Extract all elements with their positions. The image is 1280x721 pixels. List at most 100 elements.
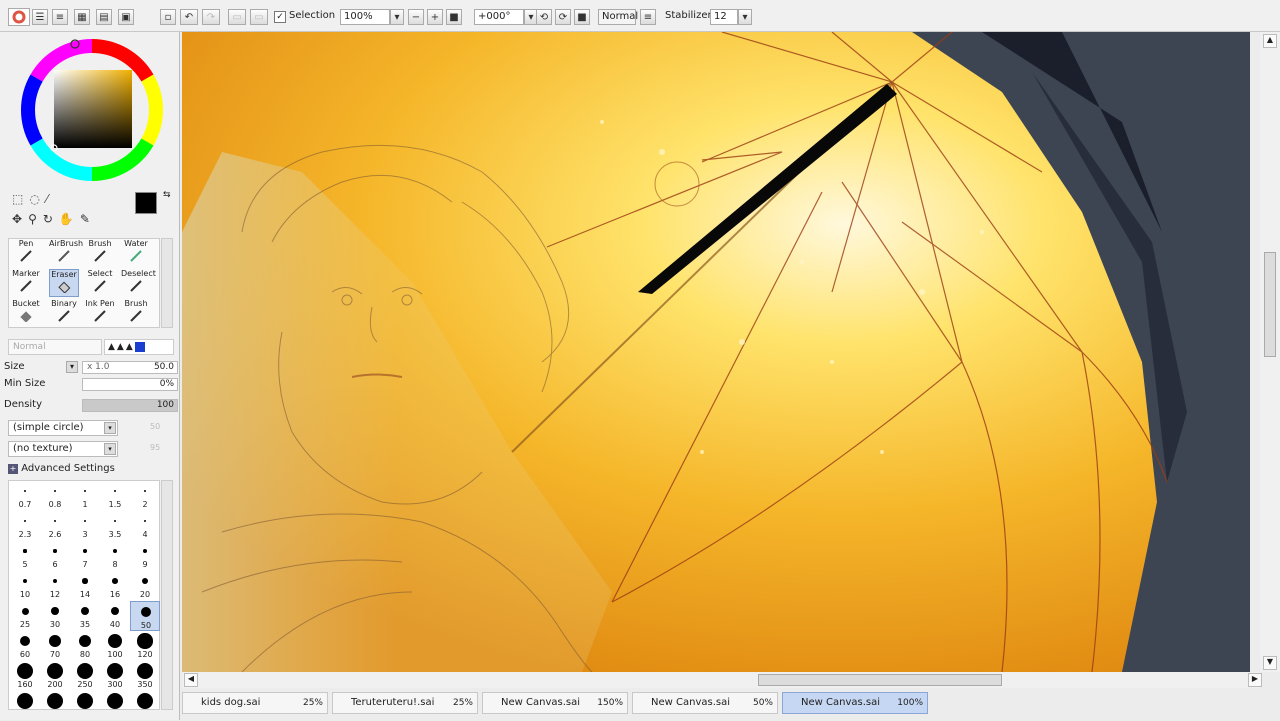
tool-pen[interactable]: Pen xyxy=(11,239,41,267)
size-multiplier-dropdown[interactable]: ▾ xyxy=(66,361,78,373)
magic-wand-icon[interactable]: ⁄ xyxy=(46,192,54,206)
swatches-view-button[interactable]: ▦ xyxy=(74,9,90,25)
brush-size-preset[interactable]: 30 xyxy=(40,601,70,631)
tab-document-1[interactable]: kids dog.sai 25% xyxy=(182,692,328,714)
tool-brush[interactable]: Brush xyxy=(85,239,115,267)
tool-ink-pen[interactable]: Ink Pen xyxy=(85,299,115,327)
brush-size-preset[interactable]: 7 xyxy=(70,541,100,571)
brush-size-preset[interactable]: 25 xyxy=(10,601,40,631)
hand-icon[interactable]: ✋ xyxy=(59,212,80,226)
brush-size-preset[interactable]: 80 xyxy=(70,631,100,661)
brush-size-preset[interactable]: 1 xyxy=(70,481,100,511)
hsv-slider-view-button[interactable]: ≡ xyxy=(52,9,68,25)
brush-size-preset[interactable] xyxy=(10,691,40,721)
tab-document-4[interactable]: New Canvas.sai 50% xyxy=(632,692,778,714)
brush-size-preset[interactable]: 50 xyxy=(130,601,160,631)
brush-size-preset[interactable]: 12 xyxy=(40,571,70,601)
rotation-reset-button[interactable]: ■ xyxy=(574,9,590,25)
tool-marker[interactable]: Marker xyxy=(11,269,41,297)
zoom-out-button[interactable]: − xyxy=(408,9,424,25)
brush-size-preset[interactable] xyxy=(70,691,100,721)
tab-document-2[interactable]: Teruteruteru!.sai 25% xyxy=(332,692,478,714)
density-slider[interactable]: 100 xyxy=(82,399,178,412)
horizontal-scroll-thumb[interactable] xyxy=(758,674,1002,686)
tool-deselect[interactable]: Deselect xyxy=(121,269,156,297)
selection-checkbox[interactable]: ✓ xyxy=(274,11,286,23)
drawing-canvas[interactable] xyxy=(182,32,1250,672)
tab-document-5[interactable]: New Canvas.sai 100% xyxy=(782,692,928,714)
size-slider[interactable]: x 1.0 50.0 xyxy=(82,361,178,374)
tool-select[interactable]: Select xyxy=(85,269,115,297)
brush-size-preset[interactable]: 1.5 xyxy=(100,481,130,511)
brush-texture-dropdown[interactable]: (no texture) ▾ xyxy=(8,441,118,457)
brush-size-preset[interactable]: 160 xyxy=(10,661,40,691)
zoom-reset-button[interactable]: ■ xyxy=(446,9,462,25)
zoom-in-button[interactable]: + xyxy=(427,9,443,25)
min-size-slider[interactable]: 0% xyxy=(82,378,178,391)
brush-size-preset[interactable] xyxy=(100,691,130,721)
brush-size-preset[interactable]: 3 xyxy=(70,511,100,541)
zoom-icon[interactable]: ⚲ xyxy=(28,212,43,226)
brush-size-preset[interactable]: 2.3 xyxy=(10,511,40,541)
brush-size-preset[interactable]: 3.5 xyxy=(100,511,130,541)
brush-size-preset[interactable]: 14 xyxy=(70,571,100,601)
horizontal-scrollbar[interactable]: ◀ ▶ xyxy=(182,672,1262,688)
invert-selection-button[interactable]: ▭ xyxy=(250,9,268,25)
tool-eraser[interactable]: Eraser xyxy=(49,269,79,297)
stabilizer-dropdown-button[interactable]: ▾ xyxy=(738,9,752,25)
tool-airbrush[interactable]: AirBrush xyxy=(49,239,83,267)
brush-size-preset[interactable]: 70 xyxy=(40,631,70,661)
scroll-left-icon[interactable]: ◀ xyxy=(184,673,198,687)
scroll-down-icon[interactable]: ▼ xyxy=(1263,656,1277,670)
primary-color-swatch[interactable] xyxy=(135,192,157,214)
rotation-field[interactable]: +000° xyxy=(474,9,524,25)
navigator-view-button[interactable]: ▣ xyxy=(118,9,134,25)
brush-size-preset[interactable]: 5 xyxy=(10,541,40,571)
brush-size-preset[interactable]: 9 xyxy=(130,541,160,571)
zoom-field[interactable]: 100% xyxy=(340,9,390,25)
deselect-button[interactable]: ▭ xyxy=(228,9,246,25)
brush-size-preset[interactable] xyxy=(40,691,70,721)
blend-mode-dropdown-button[interactable]: ≡ xyxy=(640,9,656,25)
brush-size-preset[interactable]: 16 xyxy=(100,571,130,601)
rgb-slider-view-button[interactable]: ☰ xyxy=(32,9,48,25)
eyedropper-icon[interactable]: ✎ xyxy=(80,212,96,226)
brush-size-preset[interactable]: 2.6 xyxy=(40,511,70,541)
brush-size-preset[interactable]: 300 xyxy=(100,661,130,691)
brush-size-preset[interactable]: 10 xyxy=(10,571,40,601)
rect-select-icon[interactable]: ⬚ xyxy=(12,192,29,206)
rotate-icon[interactable]: ↻ xyxy=(43,212,59,226)
brush-size-preset[interactable]: 8 xyxy=(100,541,130,571)
brush-size-preset[interactable]: 0.8 xyxy=(40,481,70,511)
brush-size-scrollbar[interactable] xyxy=(161,480,173,710)
brush-blend-mode[interactable]: Normal xyxy=(8,339,102,355)
brush-size-preset[interactable]: 20 xyxy=(130,571,160,601)
color-wheel-view-button[interactable] xyxy=(8,8,30,26)
undo-button[interactable]: ↶ xyxy=(180,9,198,25)
move-icon[interactable]: ✥ xyxy=(12,212,28,226)
brush-edge-shapes[interactable]: ▲▲▲■ xyxy=(104,339,174,355)
tool-water[interactable]: Water xyxy=(121,239,151,267)
zoom-dropdown-button[interactable]: ▾ xyxy=(390,9,404,25)
brush-size-preset[interactable]: 60 xyxy=(10,631,40,661)
tool-grid-scrollbar[interactable] xyxy=(161,238,173,328)
redo-button[interactable]: ↷ xyxy=(202,9,220,25)
scratchpad-view-button[interactable]: ▤ xyxy=(96,9,112,25)
brush-size-preset[interactable]: 2 xyxy=(130,481,160,511)
brush-size-preset[interactable]: 200 xyxy=(40,661,70,691)
rotate-right-button[interactable]: ⟳ xyxy=(555,9,571,25)
brush-size-preset[interactable]: 40 xyxy=(100,601,130,631)
tool-brush-2[interactable]: Brush xyxy=(121,299,151,327)
advanced-settings-toggle[interactable]: + Advanced Settings xyxy=(8,463,115,474)
brush-size-preset[interactable]: 6 xyxy=(40,541,70,571)
scroll-right-icon[interactable]: ▶ xyxy=(1248,673,1262,687)
color-wheel[interactable] xyxy=(16,36,168,188)
brush-size-preset[interactable]: 100 xyxy=(100,631,130,661)
blend-mode-field[interactable]: Normal xyxy=(598,9,638,25)
lasso-icon[interactable]: ◌ xyxy=(29,192,45,206)
panel-toggle-button[interactable]: ▫ xyxy=(160,9,176,25)
rotate-left-button[interactable]: ⟲ xyxy=(536,9,552,25)
brush-size-preset[interactable]: 350 xyxy=(130,661,160,691)
swap-colors-icon[interactable]: ⇆ xyxy=(163,190,171,200)
brush-size-preset[interactable]: 0.7 xyxy=(10,481,40,511)
